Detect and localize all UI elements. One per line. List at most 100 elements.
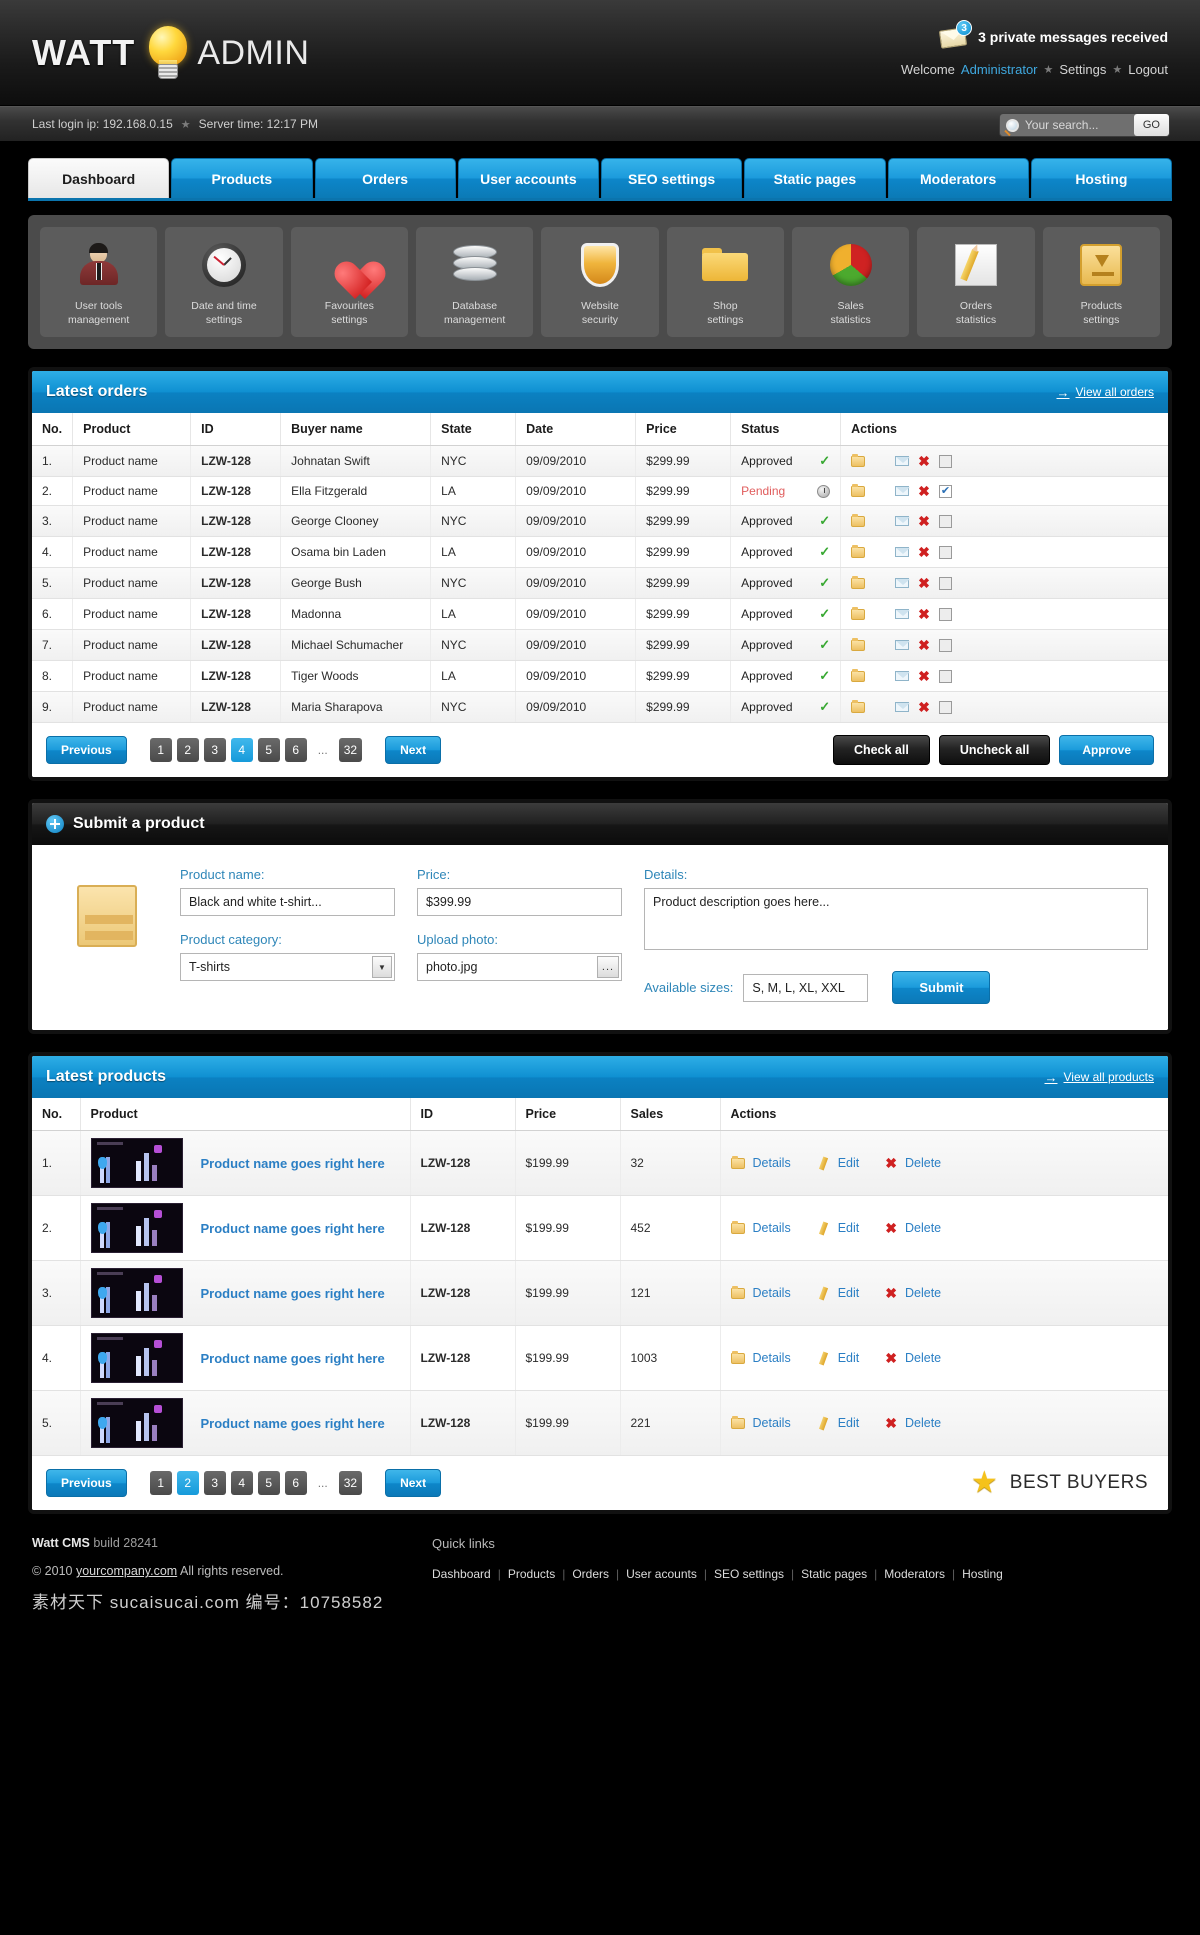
user-profile-icon[interactable]	[874, 546, 886, 559]
user-profile-icon[interactable]	[874, 701, 886, 714]
uncheck-all-button[interactable]: Uncheck all	[938, 735, 1051, 766]
details-folder-icon[interactable]	[851, 637, 866, 651]
mail-icon[interactable]	[895, 671, 911, 682]
row-checkbox[interactable]	[938, 669, 952, 683]
private-messages[interactable]: 3 3 private messages received	[901, 20, 1168, 49]
available-sizes-input[interactable]	[743, 973, 869, 1002]
edit-action[interactable]: Edit	[817, 1416, 860, 1430]
quick-link[interactable]: Orders	[572, 1567, 609, 1581]
mail-icon[interactable]	[895, 456, 911, 467]
products-next-button[interactable]: Next	[385, 1469, 442, 1498]
page-number-button[interactable]: 6	[284, 738, 307, 763]
delete-action[interactable]: ✖ Delete	[885, 1221, 941, 1235]
row-checkbox[interactable]	[938, 454, 952, 468]
shortcut-sales-statistics[interactable]: Sales statistics	[791, 227, 910, 338]
product-name-link[interactable]: Product name goes right here	[201, 1351, 385, 1366]
delete-icon[interactable]: ✖	[918, 514, 930, 528]
details-textarea[interactable]	[644, 888, 1148, 951]
row-checkbox[interactable]	[938, 638, 952, 652]
shortcut-user-tools[interactable]: User tools management	[40, 227, 158, 338]
mail-icon[interactable]	[895, 702, 911, 713]
orders-next-button[interactable]: Next	[385, 736, 442, 765]
delete-icon[interactable]: ✖	[918, 576, 930, 590]
delete-icon[interactable]: ✖	[918, 545, 930, 559]
mail-icon[interactable]	[895, 578, 911, 589]
quick-link[interactable]: Dashboard	[432, 1567, 491, 1581]
page-number-button[interactable]: 2	[176, 1471, 199, 1496]
product-name-link[interactable]: Product name goes right here	[201, 1221, 385, 1236]
delete-action[interactable]: ✖ Delete	[885, 1351, 941, 1365]
mail-icon[interactable]	[895, 609, 911, 620]
quick-link[interactable]: SEO settings	[714, 1567, 784, 1581]
details-folder-icon[interactable]	[851, 699, 866, 713]
admin-name-link[interactable]: Administrator	[961, 62, 1038, 77]
user-profile-icon[interactable]	[874, 485, 886, 498]
quick-link[interactable]: Moderators	[884, 1567, 945, 1581]
delete-action[interactable]: ✖ Delete	[885, 1286, 941, 1300]
product-name-link[interactable]: Product name goes right here	[201, 1156, 385, 1171]
delete-icon[interactable]: ✖	[918, 638, 930, 652]
quick-link[interactable]: Products	[508, 1567, 555, 1581]
products-previous-button[interactable]: Previous	[46, 1469, 127, 1498]
details-action[interactable]: Details	[730, 1415, 791, 1430]
price-input[interactable]	[417, 888, 622, 917]
mail-icon[interactable]	[895, 640, 911, 651]
check-all-button[interactable]: Check all	[832, 735, 930, 766]
details-action[interactable]: Details	[730, 1285, 791, 1300]
mail-icon[interactable]	[895, 547, 911, 558]
page-number-button[interactable]: 4	[230, 1471, 253, 1496]
edit-action[interactable]: Edit	[817, 1286, 860, 1300]
details-action[interactable]: Details	[730, 1155, 791, 1170]
delete-action[interactable]: ✖ Delete	[885, 1416, 941, 1430]
edit-action[interactable]: Edit	[817, 1221, 860, 1235]
shortcut-database[interactable]: Database management	[415, 227, 534, 338]
edit-action[interactable]: Edit	[817, 1351, 860, 1365]
search-box[interactable]: GO	[998, 113, 1170, 137]
shortcut-date-time[interactable]: Date and time settings	[165, 227, 283, 338]
details-folder-icon[interactable]	[851, 575, 866, 589]
product-name-input[interactable]	[180, 888, 395, 917]
view-all-products-link[interactable]: → View all products	[1045, 1070, 1155, 1085]
row-checkbox[interactable]	[938, 484, 952, 498]
delete-action[interactable]: ✖ Delete	[885, 1156, 941, 1170]
upload-photo-input[interactable]	[417, 953, 622, 982]
delete-icon[interactable]: ✖	[918, 669, 930, 683]
user-profile-icon[interactable]	[874, 670, 886, 683]
shortcut-orders-statistics[interactable]: Orders statistics	[917, 227, 1035, 338]
quick-link[interactable]: User acounts	[626, 1567, 697, 1581]
details-folder-icon[interactable]	[851, 483, 866, 497]
user-profile-icon[interactable]	[874, 455, 886, 468]
view-all-orders-link[interactable]: → View all orders	[1057, 385, 1154, 400]
row-checkbox[interactable]	[938, 545, 952, 559]
tab-products[interactable]: Products	[171, 158, 313, 198]
tab-moderators[interactable]: Moderators	[887, 158, 1029, 198]
browse-button[interactable]: ...	[597, 956, 619, 979]
mail-icon[interactable]	[895, 486, 911, 497]
delete-icon[interactable]: ✖	[918, 607, 930, 621]
user-profile-icon[interactable]	[874, 515, 886, 528]
details-folder-icon[interactable]	[851, 606, 866, 620]
page-number-button[interactable]: 3	[203, 738, 226, 763]
row-checkbox[interactable]	[938, 700, 952, 714]
details-action[interactable]: Details	[730, 1220, 791, 1235]
details-folder-icon[interactable]	[851, 668, 866, 682]
page-number-button[interactable]: 3	[203, 1471, 226, 1496]
company-link[interactable]: yourcompany.com	[76, 1564, 177, 1578]
user-profile-icon[interactable]	[874, 608, 886, 621]
row-checkbox[interactable]	[938, 576, 952, 590]
page-number-button[interactable]: 2	[176, 738, 199, 763]
page-number-button[interactable]: 1	[149, 738, 172, 763]
logout-link[interactable]: Logout	[1128, 62, 1168, 77]
tab-hosting[interactable]: Hosting	[1030, 158, 1172, 198]
page-number-button[interactable]: 6	[284, 1471, 307, 1496]
product-category-select[interactable]: T-shirts	[180, 953, 395, 982]
row-checkbox[interactable]	[938, 514, 952, 528]
page-number-button[interactable]: 5	[257, 738, 280, 763]
tab-orders[interactable]: Orders	[314, 158, 456, 198]
details-folder-icon[interactable]	[851, 544, 866, 558]
quick-link[interactable]: Static pages	[801, 1567, 867, 1581]
product-name-link[interactable]: Product name goes right here	[201, 1416, 385, 1431]
tab-seo-settings[interactable]: SEO settings	[601, 158, 743, 198]
orders-previous-button[interactable]: Previous	[46, 736, 127, 765]
shortcut-favourites[interactable]: Favourites settings	[290, 227, 408, 338]
